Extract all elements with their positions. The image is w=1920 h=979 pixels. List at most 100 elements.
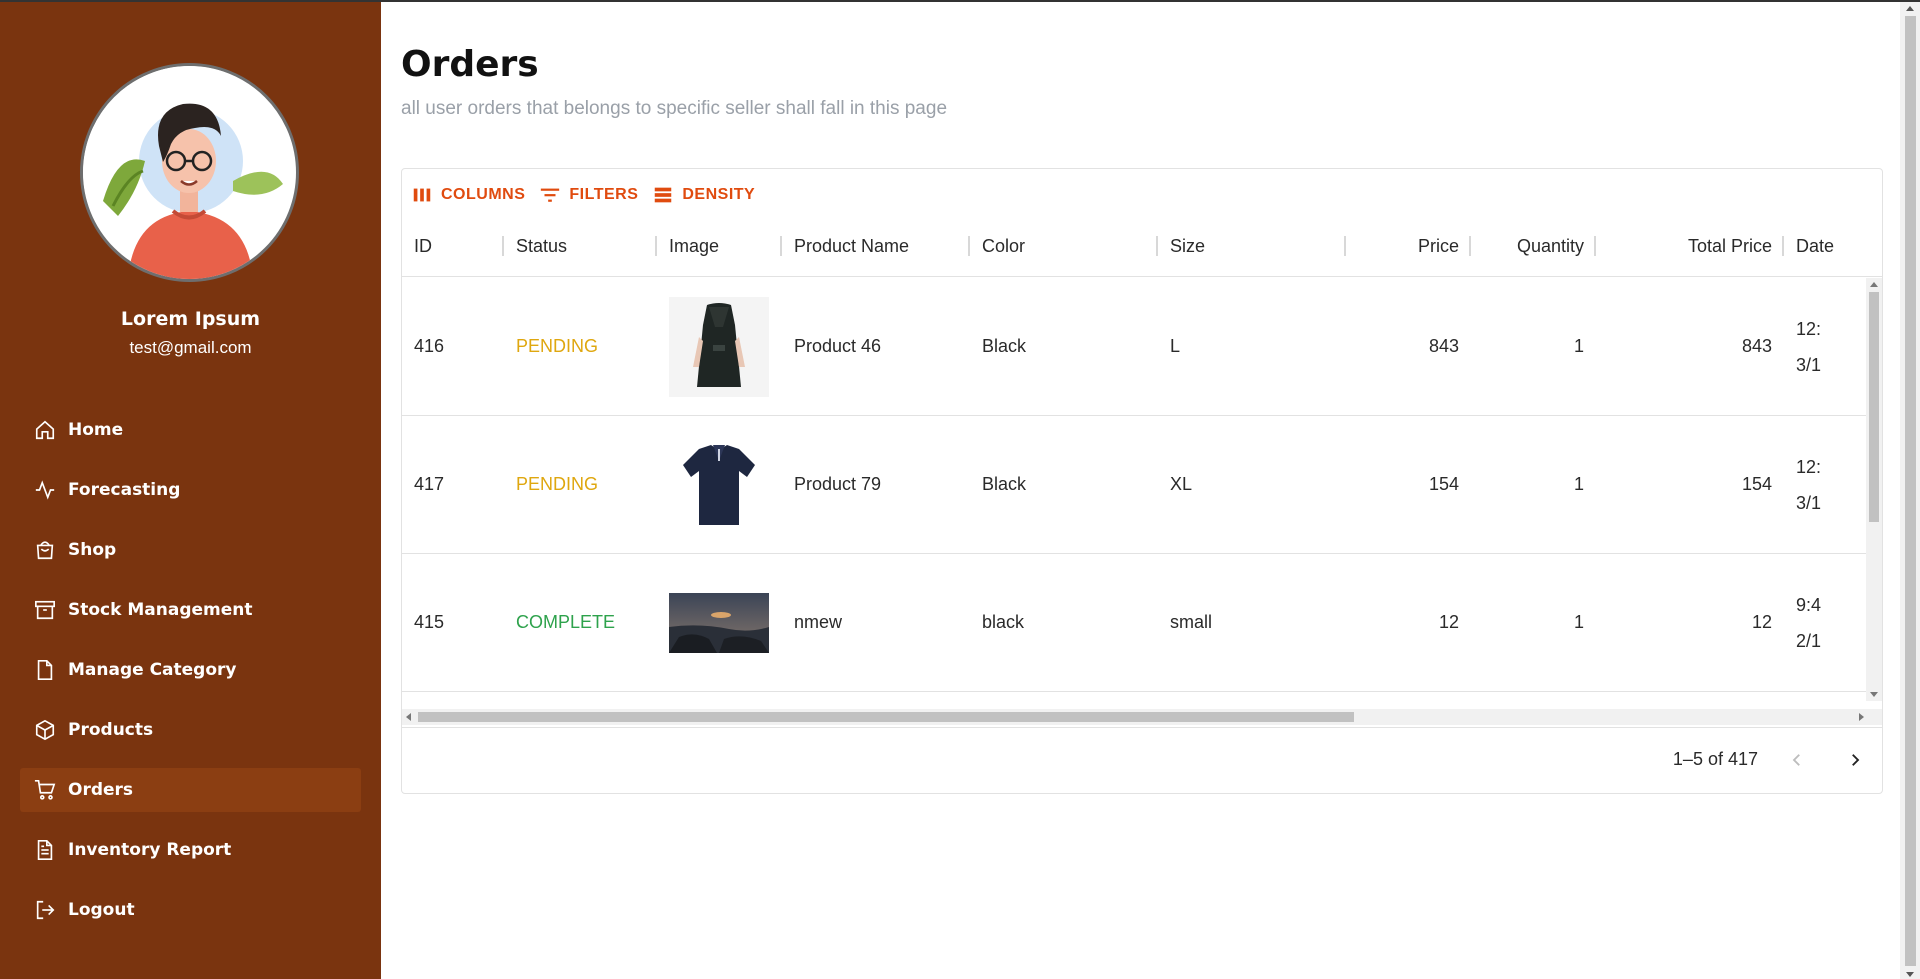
nav-item-home[interactable]: Home bbox=[20, 408, 361, 452]
column-header-image[interactable]: Image bbox=[657, 217, 782, 276]
nav-item-stock-management[interactable]: Stock Management bbox=[20, 588, 361, 632]
nav-item-shop[interactable]: Shop bbox=[20, 528, 361, 572]
nav-item-forecasting[interactable]: Forecasting bbox=[20, 468, 361, 512]
app-root: Lorem Ipsum test@gmail.com Home Forecast… bbox=[0, 0, 1920, 979]
nav-label: Stock Management bbox=[68, 600, 253, 620]
grid-vertical-scrollbar[interactable] bbox=[1866, 278, 1882, 701]
navy-polo-image bbox=[669, 434, 769, 535]
columns-icon bbox=[413, 188, 431, 202]
nav-label: Manage Category bbox=[68, 660, 237, 680]
column-header-label: Date bbox=[1796, 236, 1835, 256]
cell-date-day: 3/1 bbox=[1796, 492, 1822, 513]
cell-color: Black bbox=[982, 336, 1027, 356]
shopping-bag-icon bbox=[36, 541, 54, 560]
profile-name: Lorem Ipsum bbox=[120, 308, 261, 330]
cell-id: 416 bbox=[414, 336, 445, 356]
page-title: Orders bbox=[401, 44, 539, 85]
scroll-down-arrow-icon[interactable] bbox=[1906, 972, 1914, 977]
table-row[interactable]: 416 PENDING Product 46 Black L 843 1 843… bbox=[402, 278, 1882, 416]
nav-label: Logout bbox=[68, 900, 135, 920]
column-header-label: ID bbox=[414, 236, 432, 256]
column-header-label: Size bbox=[1170, 236, 1206, 256]
chevron-left-icon bbox=[1792, 754, 1800, 766]
cell-product-name: nmew bbox=[794, 612, 843, 632]
column-header-product-name[interactable]: Product Name bbox=[782, 217, 970, 276]
scroll-left-arrow-icon[interactable] bbox=[406, 713, 411, 721]
document-icon bbox=[37, 840, 53, 860]
cell-status: COMPLETE bbox=[516, 612, 616, 632]
scroll-down-arrow-icon[interactable] bbox=[1870, 692, 1878, 697]
filters-label: FILTERS bbox=[569, 186, 639, 203]
column-header-status[interactable]: Status bbox=[504, 217, 657, 276]
page-vertical-scrollbar[interactable] bbox=[1900, 2, 1920, 979]
scroll-up-arrow-icon[interactable] bbox=[1906, 6, 1914, 11]
column-header-label: Price bbox=[1417, 236, 1459, 256]
profile-email: test@gmail.com bbox=[129, 338, 252, 357]
nav-label: Forecasting bbox=[68, 480, 181, 500]
previous-page-button[interactable] bbox=[1780, 743, 1814, 777]
logout-icon bbox=[36, 900, 55, 920]
column-header-size[interactable]: Size bbox=[1158, 217, 1346, 276]
box-icon bbox=[35, 719, 55, 741]
column-header-id[interactable]: ID bbox=[402, 217, 504, 276]
column-header-color[interactable]: Color bbox=[970, 217, 1158, 276]
grid-footer: 1–5 of 417 bbox=[402, 727, 1882, 793]
cell-quantity: 1 bbox=[1573, 612, 1584, 632]
cell-date-day: 2/1 bbox=[1796, 630, 1822, 651]
nav-item-inventory-report[interactable]: Inventory Report bbox=[20, 828, 361, 872]
cell-size: XL bbox=[1170, 474, 1193, 494]
column-header-quantity[interactable]: Quantity bbox=[1471, 217, 1596, 276]
column-header-label: Status bbox=[516, 236, 568, 256]
cell-date-day: 3/1 bbox=[1796, 354, 1822, 375]
columns-button[interactable]: COLUMNS bbox=[411, 184, 525, 206]
black-dress-image bbox=[669, 296, 769, 397]
cell-date-time: 9:4 bbox=[1796, 594, 1822, 615]
column-header-total-price[interactable]: Total Price bbox=[1596, 217, 1784, 276]
main-content: Orders all user orders that belongs to s… bbox=[381, 2, 1900, 979]
column-header-price[interactable]: Price bbox=[1346, 217, 1471, 276]
grid-header: ID Status Image Product Name Color Size … bbox=[402, 217, 1882, 277]
cell-quantity: 1 bbox=[1573, 474, 1584, 494]
column-header-label: Product Name bbox=[794, 236, 910, 256]
cart-icon bbox=[34, 780, 56, 800]
home-icon bbox=[35, 420, 55, 440]
file-icon bbox=[37, 660, 53, 680]
scroll-up-arrow-icon[interactable] bbox=[1870, 282, 1878, 287]
column-header-label: Quantity bbox=[1516, 236, 1584, 256]
nav-item-logout[interactable]: Logout bbox=[20, 888, 361, 932]
sidebar-nav: Home Forecasting Shop Stock Management M… bbox=[20, 408, 361, 948]
density-button[interactable]: DENSITY bbox=[652, 184, 755, 206]
grid-horizontal-scrollbar[interactable] bbox=[402, 709, 1882, 725]
cell-product-name: Product 79 bbox=[794, 474, 882, 494]
cell-total-price: 154 bbox=[1741, 474, 1772, 494]
cell-color: black bbox=[982, 612, 1025, 632]
table-row[interactable]: 415 COMPLETE nmew black small 12 1 12 9:… bbox=[402, 554, 1882, 692]
scroll-right-arrow-icon[interactable] bbox=[1859, 713, 1864, 721]
nav-label: Products bbox=[68, 720, 154, 740]
next-page-button[interactable] bbox=[1838, 743, 1872, 777]
columns-label: COLUMNS bbox=[441, 186, 526, 203]
nav-label: Orders bbox=[68, 780, 134, 800]
density-label: DENSITY bbox=[682, 186, 756, 203]
cell-total-price: 12 bbox=[1751, 612, 1772, 632]
nav-item-manage-category[interactable]: Manage Category bbox=[20, 648, 361, 692]
column-header-date[interactable]: Date bbox=[1784, 217, 1882, 276]
orders-grid: COLUMNS FILTERS DENSITY ID Status Image … bbox=[401, 168, 1883, 794]
cell-status: PENDING bbox=[516, 474, 599, 494]
avatar bbox=[80, 63, 299, 282]
filters-button[interactable]: FILTERS bbox=[539, 184, 638, 206]
nav-item-orders[interactable]: Orders bbox=[20, 768, 361, 812]
cell-date-time: 12: bbox=[1796, 456, 1822, 477]
cell-id: 415 bbox=[414, 612, 445, 632]
sidebar: Lorem Ipsum test@gmail.com Home Forecast… bbox=[0, 2, 381, 979]
table-row[interactable]: 417 PENDING Product 79 Black XL 154 1 15… bbox=[402, 416, 1882, 554]
pagination-range: 1–5 of 417 bbox=[1672, 749, 1758, 769]
cell-product-name: Product 46 bbox=[794, 336, 882, 356]
scrollbar-thumb[interactable] bbox=[1869, 292, 1879, 522]
chevron-right-icon bbox=[1852, 754, 1860, 766]
nav-item-products[interactable]: Products bbox=[20, 708, 361, 752]
cell-date-time: 12: bbox=[1796, 318, 1822, 339]
scrollbar-thumb[interactable] bbox=[418, 712, 1354, 722]
grid-body: 416 PENDING Product 46 Black L 843 1 843… bbox=[402, 278, 1882, 701]
scrollbar-thumb[interactable] bbox=[1905, 16, 1916, 966]
